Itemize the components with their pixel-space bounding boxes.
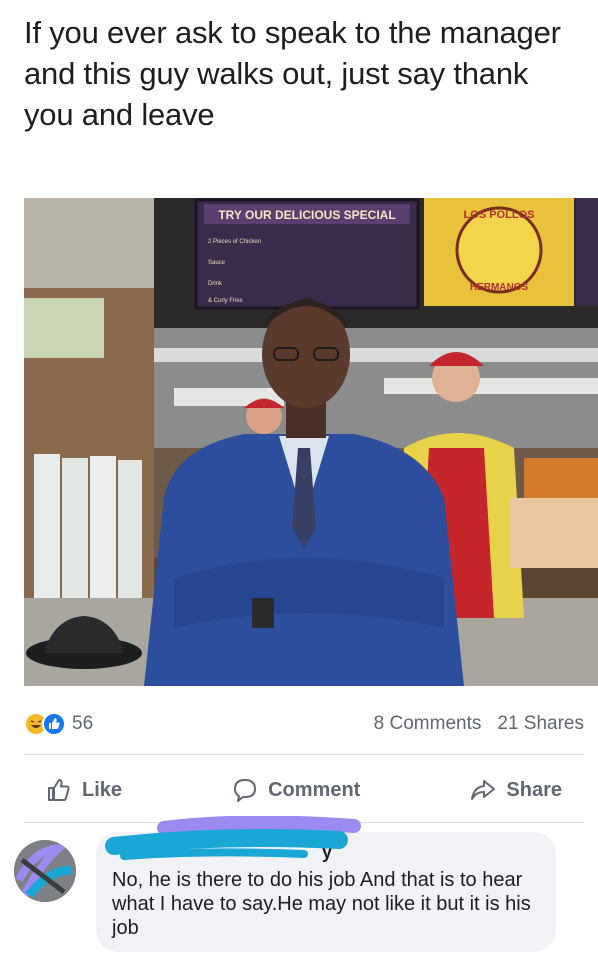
share-arrow-icon	[471, 780, 496, 800]
logo-bottom-text: HERMANOS	[470, 282, 529, 293]
reaction-count: 56	[72, 713, 94, 734]
divider-bottom	[24, 822, 584, 823]
comment-button[interactable]: Comment	[210, 777, 382, 803]
share-label: Share	[506, 778, 562, 801]
action-bar: Like Comment Share	[24, 768, 584, 812]
avatar[interactable]	[14, 840, 76, 902]
menu-title: TRY OUR DELICIOUS SPECIAL	[218, 208, 395, 222]
comment-label: Comment	[268, 778, 361, 801]
speech-bubble-icon	[234, 779, 257, 802]
comments-count-link[interactable]: 8 Comments	[374, 713, 482, 735]
divider-top	[24, 754, 584, 755]
logo-top-text: LOS POLLOS	[464, 209, 535, 221]
reactions-row: 56 8 Comments 21 Shares	[24, 710, 584, 738]
like-reaction-icon	[42, 712, 66, 736]
comment-text: No, he is there to do his job And that i…	[112, 869, 531, 939]
share-button[interactable]: Share	[448, 777, 584, 803]
comment-author-visible: y	[322, 842, 333, 862]
like-button[interactable]: Like	[24, 777, 144, 803]
menu-item-2: Sauce	[208, 260, 226, 266]
post-text: If you ever ask to speak to the manager …	[24, 15, 561, 132]
comment-bubble: y No, he is there to do his job And that…	[96, 832, 556, 952]
comment-author[interactable]: y	[112, 842, 540, 864]
post-photo[interactable]: TRY OUR DELICIOUS SPECIAL 2 Pieces of Ch…	[24, 198, 598, 686]
shares-count-link[interactable]: 21 Shares	[497, 713, 584, 735]
menu-item-1: 2 Pieces of Chicken	[208, 239, 261, 245]
thumbs-up-icon	[48, 779, 70, 801]
avatar-image	[14, 840, 76, 902]
restaurant-scene-image: TRY OUR DELICIOUS SPECIAL 2 Pieces of Ch…	[24, 198, 598, 686]
menu-item-4: & Curly Fries	[208, 298, 243, 304]
menu-item-3: Drink	[208, 281, 223, 287]
reaction-summary[interactable]: 56	[24, 712, 93, 736]
like-label: Like	[82, 778, 123, 801]
